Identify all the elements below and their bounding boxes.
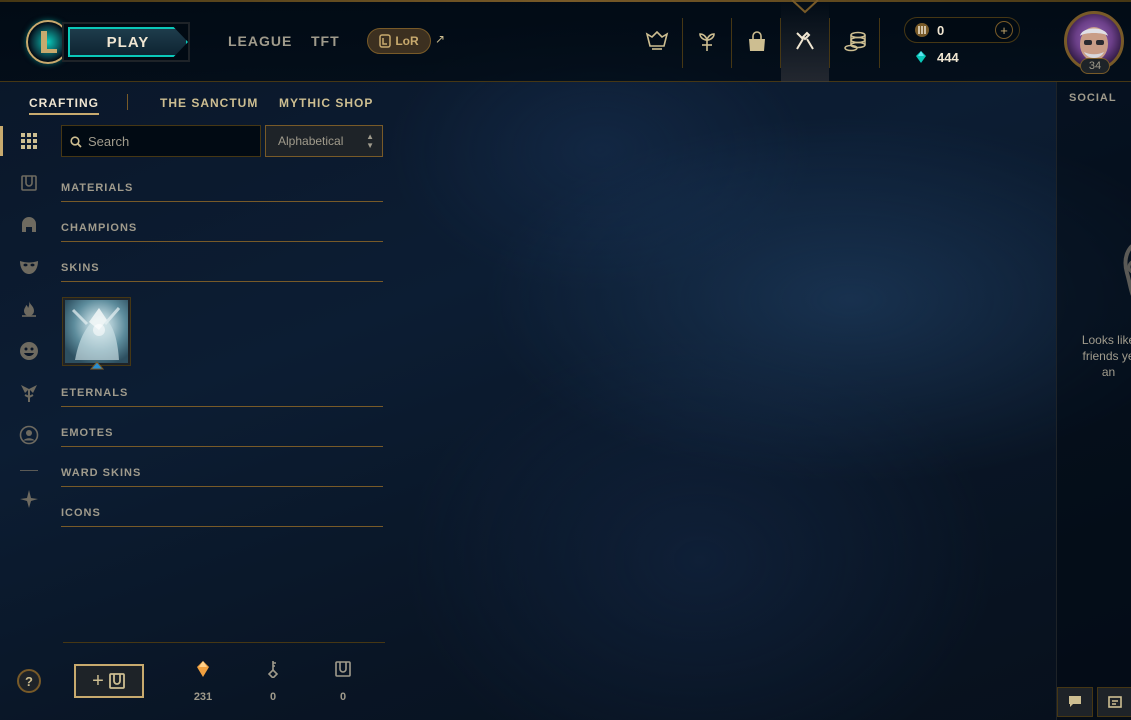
category-label: ICONS xyxy=(61,507,101,519)
emote-face-icon[interactable] xyxy=(18,340,40,362)
social-title: SOCIAL xyxy=(1069,92,1117,104)
category-champions[interactable]: CHAMPIONS xyxy=(61,222,383,242)
grid-icon[interactable] xyxy=(18,130,40,152)
clash-icon[interactable] xyxy=(683,18,731,66)
orange-essence-stat: 231 xyxy=(183,660,223,703)
key-icon xyxy=(267,661,279,680)
mythic-sigil-icon[interactable] xyxy=(18,488,40,510)
sort-dropdown[interactable]: Alphabetical ▲ ▼ xyxy=(265,125,383,157)
tab-mythic-shop[interactable]: MYTHIC SHOP xyxy=(279,96,373,110)
orange-essence-icon xyxy=(197,661,209,677)
lor-logo-icon xyxy=(379,34,392,48)
category-label: CHAMPIONS xyxy=(61,222,138,234)
dropdown-arrows-icon: ▲ ▼ xyxy=(366,132,374,150)
chest-stat: 0 xyxy=(323,660,363,703)
buy-rp-button[interactable]: + xyxy=(995,21,1013,39)
category-label: ETERNALS xyxy=(61,387,129,399)
play-button[interactable]: PLAY xyxy=(62,22,190,62)
category-label: WARD SKINS xyxy=(61,467,142,479)
riot-points-icon xyxy=(915,23,929,37)
chest-icon xyxy=(335,661,351,677)
skin-shard-tile[interactable] xyxy=(62,297,131,366)
nav-separator xyxy=(829,18,830,68)
skin-artwork xyxy=(71,307,121,360)
search-input[interactable] xyxy=(88,126,258,156)
add-chest-plus: + xyxy=(92,669,104,692)
nav-league[interactable]: LEAGUE xyxy=(228,33,292,49)
category-skins[interactable]: SKINS xyxy=(61,262,383,282)
category-ward-skins[interactable]: WARD SKINS xyxy=(61,467,383,487)
flame-icon[interactable] xyxy=(18,298,40,320)
sort-dropdown-value: Alphabetical xyxy=(278,134,344,148)
blue-essence-icon xyxy=(916,51,926,63)
search-icon xyxy=(70,136,82,148)
social-message-line: friends ye xyxy=(1082,349,1131,363)
social-empty-illustration-icon xyxy=(1123,244,1131,297)
rp-value: 0 xyxy=(937,23,945,38)
category-materials[interactable]: MATERIALS xyxy=(61,182,383,202)
helmet-icon[interactable] xyxy=(18,214,40,236)
coin-stack-icon[interactable] xyxy=(831,18,879,66)
external-link-icon: ↗ xyxy=(435,32,446,46)
chest-icon[interactable] xyxy=(18,172,40,194)
social-message-line: an xyxy=(1101,365,1116,379)
chest-value: 0 xyxy=(339,691,347,703)
social-panel: SOCIAL Looks like friends ye an xyxy=(1056,82,1131,720)
clipboard-icon xyxy=(1108,696,1122,708)
help-button[interactable]: ? xyxy=(17,669,41,693)
nav-separator xyxy=(879,18,880,68)
chat-button[interactable] xyxy=(1057,687,1093,717)
category-label: SKINS xyxy=(61,262,100,274)
missions-button[interactable] xyxy=(1097,687,1131,717)
blue-essence-value: 444 xyxy=(937,50,959,65)
category-label: EMOTES xyxy=(61,427,114,439)
rail-active-indicator xyxy=(0,126,3,156)
chest-icon xyxy=(108,673,125,689)
search-field[interactable] xyxy=(61,125,261,157)
orange-essence-value: 231 xyxy=(193,691,213,703)
key-stat: 0 xyxy=(253,660,293,703)
ward-icon[interactable] xyxy=(18,382,40,404)
nav-tft[interactable]: TFT xyxy=(311,33,340,49)
profile-icon[interactable] xyxy=(18,424,40,446)
tab-the-sanctum[interactable]: THE SANCTUM xyxy=(160,96,258,110)
lor-label: LoR xyxy=(395,34,419,48)
subnav-separator xyxy=(127,94,128,110)
rarity-marker-icon xyxy=(90,361,104,370)
key-value: 0 xyxy=(269,691,277,703)
category-label: MATERIALS xyxy=(61,182,134,194)
add-chest-button[interactable]: + xyxy=(74,664,144,698)
chat-bubble-icon xyxy=(1069,696,1081,707)
category-emotes[interactable]: EMOTES xyxy=(61,427,383,447)
rail-divider xyxy=(20,470,38,471)
summoner-level-badge: 34 xyxy=(1080,58,1110,74)
category-eternals[interactable]: ETERNALS xyxy=(61,387,383,407)
play-button-label: PLAY xyxy=(106,33,150,51)
lor-button[interactable]: LoR xyxy=(367,28,431,54)
trophy-icon[interactable] xyxy=(633,18,681,66)
category-icons[interactable]: ICONS xyxy=(61,507,383,527)
social-message-line: Looks like xyxy=(1081,333,1131,347)
social-empty-message: Looks like friends ye an xyxy=(1071,332,1131,380)
nav-separator xyxy=(731,18,732,68)
active-tab-caret xyxy=(791,0,819,14)
mask-icon[interactable] xyxy=(18,256,40,278)
footer-divider xyxy=(63,642,385,643)
store-bag-icon[interactable] xyxy=(733,18,781,66)
tab-crafting[interactable]: CRAFTING xyxy=(29,96,99,115)
